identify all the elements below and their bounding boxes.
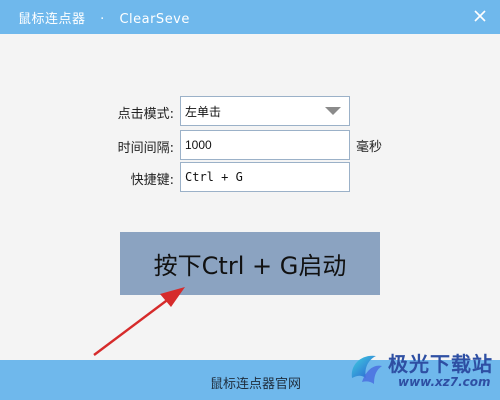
- close-button[interactable]: [472, 8, 488, 24]
- title-bar: 鼠标连点器 · ClearSeve: [0, 0, 500, 34]
- official-site-link[interactable]: 鼠标连点器官网: [210, 373, 301, 392]
- title-separator: ·: [100, 12, 105, 27]
- main-panel: [0, 34, 500, 360]
- close-icon: [474, 10, 486, 22]
- interval-label: 时间间隔:: [117, 141, 174, 156]
- interval-input[interactable]: [180, 130, 350, 160]
- chevron-down-icon[interactable]: [325, 107, 341, 115]
- watermark-url: www.xz7.com: [398, 375, 491, 389]
- app-title: 鼠标连点器: [18, 12, 86, 27]
- watermark-name: 极光下载站: [388, 352, 493, 376]
- click-mode-select[interactable]: 左单击: [180, 96, 350, 126]
- hotkey-input[interactable]: [180, 162, 350, 192]
- click-mode-label: 点击模式:: [117, 107, 174, 122]
- interval-unit: 毫秒: [356, 140, 383, 155]
- click-mode-value: 左单击: [185, 105, 222, 119]
- watermark: 极光下载站 www.xz7.com: [340, 344, 500, 400]
- hotkey-label: 快捷键:: [130, 173, 174, 188]
- app-subtitle: ClearSeve: [119, 12, 190, 27]
- window-title: 鼠标连点器 · ClearSeve: [18, 8, 190, 27]
- aurora-logo-icon: [351, 355, 382, 384]
- start-button[interactable]: 按下Ctrl + G启动: [120, 232, 380, 295]
